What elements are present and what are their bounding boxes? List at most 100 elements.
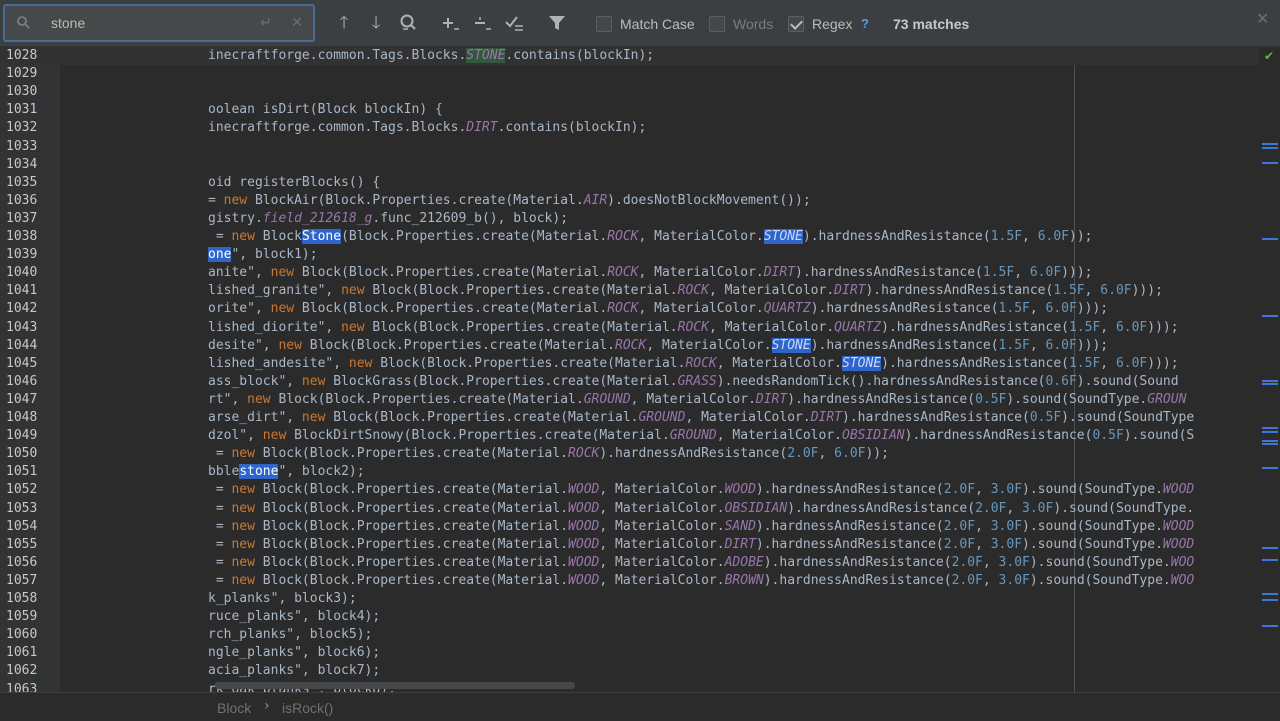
code-line[interactable]: 1051 bblestone", block2);: [0, 463, 1258, 481]
code-text[interactable]: = new BlockStone(Block.Properties.create…: [208, 228, 1092, 246]
previous-occurrence-icon[interactable]: 🡑: [333, 12, 355, 34]
code-line[interactable]: 1058 k_planks", block3);: [0, 590, 1258, 608]
code-line[interactable]: 1060 rch_planks", block5);: [0, 626, 1258, 644]
code-line[interactable]: 1057 = new Block(Block.Properties.create…: [0, 572, 1258, 590]
occurrence-marker[interactable]: [1262, 443, 1278, 445]
code-text[interactable]: orite", new Block(Block.Properties.creat…: [208, 300, 1108, 318]
match-case-checkbox[interactable]: [596, 16, 612, 32]
code-line[interactable]: 1052 = new Block(Block.Properties.create…: [0, 481, 1258, 499]
code-line[interactable]: 1061 ngle_planks", block6);: [0, 644, 1258, 662]
code-text[interactable]: gistry.field_212618_g.func_212609_b(), b…: [208, 210, 568, 228]
code-text[interactable]: acia_planks", block7);: [208, 662, 380, 680]
add-occurrence-icon[interactable]: [439, 12, 461, 34]
code-text[interactable]: lished_granite", new Block(Block.Propert…: [208, 282, 1163, 300]
code-text[interactable]: lished_andesite", new Block(Block.Proper…: [208, 355, 1179, 373]
remove-occurrence-icon[interactable]: [471, 12, 493, 34]
code-text[interactable]: rt", new Block(Block.Properties.create(M…: [208, 391, 1186, 409]
code-line[interactable]: 1042 orite", new Block(Block.Properties.c…: [0, 300, 1258, 318]
code-line[interactable]: 1047 rt", new Block(Block.Properties.crea…: [0, 391, 1258, 409]
close-find-icon[interactable]: ✕: [1256, 9, 1269, 28]
code-text[interactable]: inecraftforge.common.Tags.Blocks.STONE.c…: [208, 47, 654, 65]
filter-icon[interactable]: [546, 12, 568, 34]
code-text[interactable]: rch_planks", block5);: [208, 626, 372, 644]
code-text[interactable]: desite", new Block(Block.Properties.crea…: [208, 337, 1108, 355]
code-line[interactable]: 1031 oolean isDirt(Block blockIn) {: [0, 101, 1258, 119]
occurrence-marker[interactable]: [1262, 383, 1278, 385]
occurrence-marker[interactable]: [1262, 593, 1278, 595]
code-line[interactable]: 1053 = new Block(Block.Properties.create…: [0, 500, 1258, 518]
new-line-icon[interactable]: ↵: [257, 14, 275, 32]
find-all-icon[interactable]: [397, 12, 419, 34]
occurrence-marker[interactable]: [1262, 559, 1278, 561]
code-line[interactable]: 1037 gistry.field_212618_g.func_212609_b(…: [0, 210, 1258, 228]
code-line[interactable]: 1044 desite", new Block(Block.Properties.…: [0, 337, 1258, 355]
code-line[interactable]: 1062 acia_planks", block7);: [0, 662, 1258, 680]
code-line[interactable]: 1035 oid registerBlocks() {: [0, 174, 1258, 192]
regex-checkbox[interactable]: [788, 16, 804, 32]
code-text[interactable]: anite", new Block(Block.Properties.creat…: [208, 264, 1092, 282]
code-text[interactable]: oid registerBlocks() {: [208, 174, 380, 192]
code-line[interactable]: 1054 = new Block(Block.Properties.create…: [0, 518, 1258, 536]
occurrence-marker[interactable]: [1262, 147, 1278, 149]
occurrence-marker[interactable]: [1262, 440, 1278, 442]
code-line[interactable]: 1056 = new Block(Block.Properties.create…: [0, 554, 1258, 572]
code-line[interactable]: 1034: [0, 156, 1258, 174]
regex-help-link[interactable]: ?: [861, 16, 869, 31]
occurrence-marker[interactable]: [1262, 467, 1278, 469]
code-line[interactable]: 1041 lished_granite", new Block(Block.Pro…: [0, 282, 1258, 300]
code-line[interactable]: 1030: [0, 83, 1258, 101]
code-line[interactable]: 1040 anite", new Block(Block.Properties.c…: [0, 264, 1258, 282]
code-line[interactable]: 1063rk_oak_planks", block8);: [0, 681, 1258, 693]
code-line[interactable]: 1028 inecraftforge.common.Tags.Blocks.STO…: [0, 47, 1258, 65]
code-text[interactable]: arse_dirt", new Block(Block.Properties.c…: [208, 409, 1194, 427]
occurrence-marker[interactable]: [1262, 143, 1278, 145]
occurrence-marker[interactable]: [1262, 599, 1278, 601]
occurrence-marker[interactable]: [1262, 431, 1278, 433]
code-line[interactable]: 1038 = new BlockStone(Block.Properties.c…: [0, 228, 1258, 246]
code-text[interactable]: = new Block(Block.Properties.create(Mate…: [208, 572, 1194, 590]
code-text[interactable]: bblestone", block2);: [208, 463, 365, 481]
words-checkbox[interactable]: [709, 16, 725, 32]
occurrence-marker[interactable]: [1262, 238, 1278, 240]
code-text[interactable]: = new Block(Block.Properties.create(Mate…: [208, 500, 1194, 518]
search-input[interactable]: [51, 12, 251, 34]
occurrence-marker[interactable]: [1262, 427, 1278, 429]
code-text[interactable]: = new Block(Block.Properties.create(Mate…: [208, 518, 1194, 536]
code-line[interactable]: 1032 inecraftforge.common.Tags.Blocks.DIR…: [0, 119, 1258, 137]
occurrence-marker[interactable]: [1262, 162, 1278, 164]
occurrence-marker[interactable]: [1262, 380, 1278, 382]
code-text[interactable]: ass_block", new BlockGrass(Block.Propert…: [208, 373, 1179, 391]
code-text[interactable]: inecraftforge.common.Tags.Blocks.DIRT.co…: [208, 119, 646, 137]
breadcrumb-item-method[interactable]: isRock(): [282, 700, 333, 716]
regex-option[interactable]: Regex: [788, 14, 852, 34]
code-text[interactable]: = new BlockAir(Block.Properties.create(M…: [208, 192, 811, 210]
code-line[interactable]: 1036 = new BlockAir(Block.Properties.crea…: [0, 192, 1258, 210]
match-case-option[interactable]: Match Case: [596, 14, 695, 34]
search-box[interactable]: ↵ ✕: [3, 4, 315, 42]
select-all-occurrences-icon[interactable]: [503, 12, 525, 34]
breadcrumb-item-class[interactable]: Block: [217, 700, 251, 716]
code-line[interactable]: 1045 lished_andesite", new Block(Block.Pr…: [0, 355, 1258, 373]
code-line[interactable]: 1055 = new Block(Block.Properties.create…: [0, 536, 1258, 554]
code-text[interactable]: ruce_planks", block4);: [208, 608, 380, 626]
code-line[interactable]: 1039 one", block1);: [0, 246, 1258, 264]
error-stripe[interactable]: ✔: [1260, 47, 1280, 692]
occurrence-marker[interactable]: [1262, 625, 1278, 627]
code-editor[interactable]: 1028 inecraftforge.common.Tags.Blocks.STO…: [0, 47, 1280, 692]
code-text[interactable]: one", block1);: [208, 246, 318, 264]
code-line[interactable]: 1049 dzol", new BlockDirtSnowy(Block.Prop…: [0, 427, 1258, 445]
occurrence-marker[interactable]: [1262, 547, 1278, 549]
next-occurrence-icon[interactable]: 🡓: [365, 12, 387, 34]
occurrence-marker[interactable]: [1262, 315, 1278, 317]
code-line[interactable]: 1043 lished_diorite", new Block(Block.Pro…: [0, 319, 1258, 337]
words-option[interactable]: Words: [709, 14, 773, 34]
code-line[interactable]: 1029: [0, 65, 1258, 83]
clear-search-icon[interactable]: ✕: [288, 14, 306, 32]
code-text[interactable]: = new Block(Block.Properties.create(Mate…: [208, 536, 1194, 554]
code-text[interactable]: ngle_planks", block6);: [208, 644, 380, 662]
horizontal-scrollbar[interactable]: [215, 682, 575, 689]
code-text[interactable]: = new Block(Block.Properties.create(Mate…: [208, 481, 1194, 499]
code-line[interactable]: 1046 ass_block", new BlockGrass(Block.Pro…: [0, 373, 1258, 391]
code-line[interactable]: 1048 arse_dirt", new Block(Block.Properti…: [0, 409, 1258, 427]
code-text[interactable]: oolean isDirt(Block blockIn) {: [208, 101, 443, 119]
